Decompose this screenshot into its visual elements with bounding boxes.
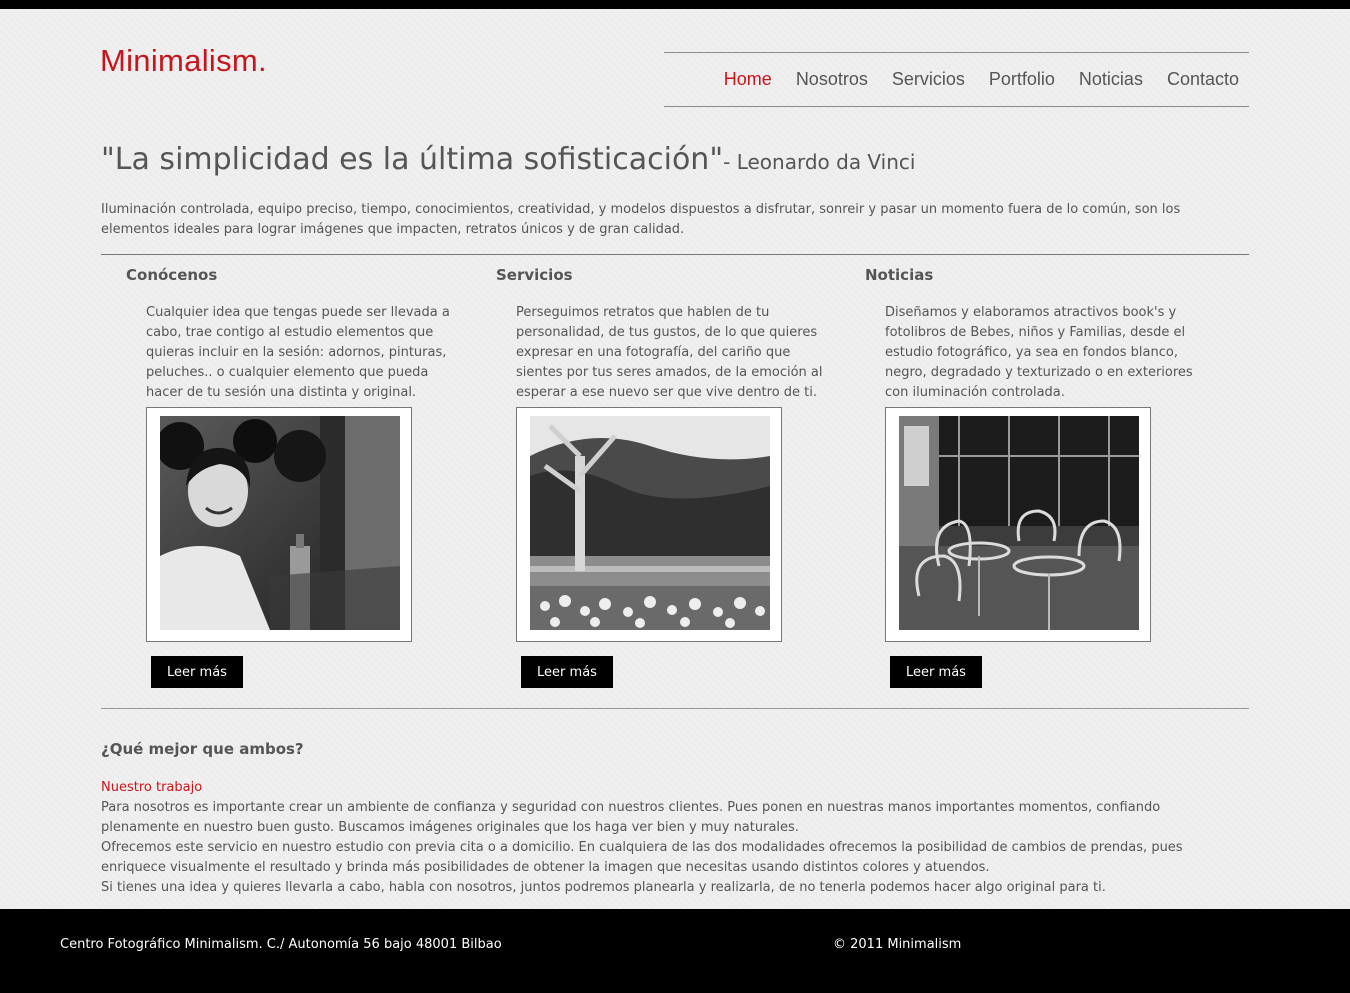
site-logo[interactable]: Minimalism. bbox=[100, 43, 267, 79]
footer: Centro Fotográfico Minimalism. C./ Auton… bbox=[0, 909, 1350, 993]
nav-home[interactable]: Home bbox=[724, 69, 772, 89]
column-conocenos: Conócenos Cualquier idea que tengas pued… bbox=[126, 266, 456, 688]
column-title: Noticias bbox=[865, 266, 934, 284]
column-text: Perseguimos retratos que hablen de tu pe… bbox=[516, 305, 823, 400]
column-servicios: Servicios Perseguimos retratos que hable… bbox=[496, 266, 826, 688]
nav-nosotros[interactable]: Nosotros bbox=[796, 69, 868, 89]
portrait-photo[interactable] bbox=[160, 416, 400, 630]
quote-author: - Leonardo da Vinci bbox=[723, 150, 916, 174]
hero-quote: "La simplicidad es la última sofisticaci… bbox=[101, 142, 915, 177]
cafe-photo[interactable] bbox=[899, 416, 1139, 630]
column-text: Cualquier idea que tengas puede ser llev… bbox=[146, 305, 450, 400]
photo-frame bbox=[146, 407, 412, 642]
park-photo[interactable] bbox=[530, 416, 770, 630]
quote-text: "La simplicidad es la última sofisticaci… bbox=[101, 142, 724, 177]
footer-copyright: © 2011 Minimalism bbox=[833, 937, 962, 952]
paragraph: Si tienes una idea y quieres llevarla a … bbox=[101, 880, 1106, 895]
divider-top bbox=[101, 254, 1249, 255]
paragraph: Para nosotros es importante crear un amb… bbox=[101, 800, 1161, 835]
nav-portfolio[interactable]: Portfolio bbox=[989, 69, 1055, 89]
read-more-button-3[interactable]: Leer más bbox=[890, 656, 982, 688]
top-bar bbox=[0, 0, 1350, 9]
nav-servicios[interactable]: Servicios bbox=[892, 69, 965, 89]
column-noticias: Noticias Diseñamos y elaboramos atractiv… bbox=[865, 266, 1195, 688]
footer-address: Centro Fotográfico Minimalism. C./ Auton… bbox=[60, 937, 502, 952]
section-subtitle-link[interactable]: Nuestro trabajo bbox=[101, 778, 1241, 798]
section-title: ¿Qué mejor que ambos? bbox=[101, 740, 304, 758]
bottom-section: ¿Qué mejor que ambos? Nuestro trabajo Pa… bbox=[101, 740, 1241, 898]
read-more-button-1[interactable]: Leer más bbox=[151, 656, 243, 688]
paragraph: Ofrecemos este servicio en nuestro estud… bbox=[101, 840, 1183, 875]
column-title: Servicios bbox=[496, 266, 573, 284]
column-text: Diseñamos y elaboramos atractivos book's… bbox=[885, 305, 1193, 400]
photo-frame bbox=[516, 407, 782, 642]
nav-noticias[interactable]: Noticias bbox=[1079, 69, 1143, 89]
divider-bottom bbox=[101, 708, 1249, 709]
main-nav: Home Nosotros Servicios Portfolio Notici… bbox=[664, 52, 1249, 107]
photo-frame bbox=[885, 407, 1151, 642]
column-title: Conócenos bbox=[126, 266, 218, 284]
read-more-button-2[interactable]: Leer más bbox=[521, 656, 613, 688]
nav-contacto[interactable]: Contacto bbox=[1167, 69, 1239, 89]
intro-text: Iluminación controlada, equipo preciso, … bbox=[101, 202, 1181, 237]
